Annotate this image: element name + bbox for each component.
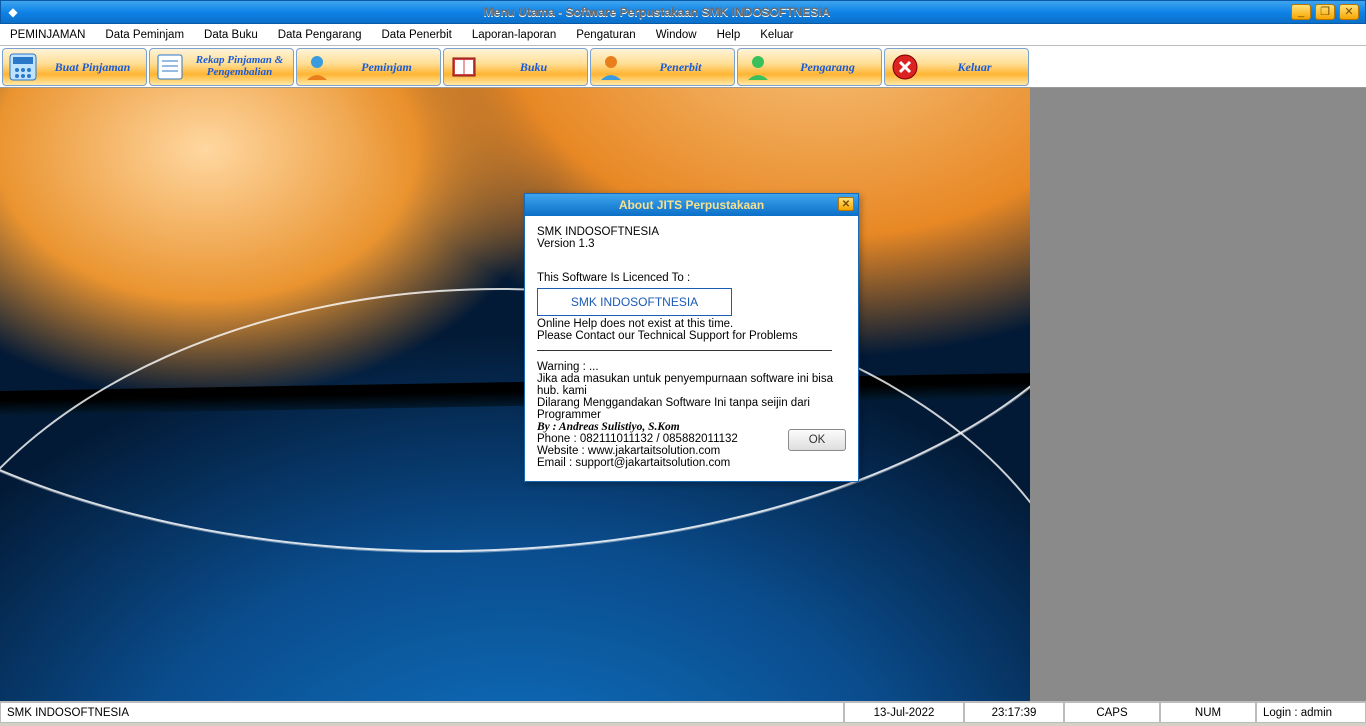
about-email: Email : support@jakartaitsolution.com: [537, 457, 846, 469]
license-label: This Software Is Licenced To :: [537, 272, 846, 284]
calculator-icon: [7, 51, 39, 83]
toolbar-pengarang[interactable]: Pengarang: [737, 48, 882, 86]
toolbar-keluar[interactable]: Keluar: [884, 48, 1029, 86]
menu-window[interactable]: Window: [650, 27, 703, 43]
menubar: PEMINJAMAN Data Peminjam Data Buku Data …: [0, 24, 1366, 46]
menu-data-buku[interactable]: Data Buku: [198, 27, 264, 43]
status-caps: CAPS: [1064, 702, 1160, 723]
toolbar-penerbit[interactable]: Penerbit: [590, 48, 735, 86]
toolbar-label: Penerbit: [631, 61, 730, 74]
menu-peminjaman[interactable]: PEMINJAMAN: [4, 27, 91, 43]
toolbar: Buat Pinjaman Rekap Pinjaman & Pengembal…: [0, 46, 1366, 88]
background-image: [0, 88, 1030, 701]
dialog-title-text: About JITS Perpustakaan: [619, 198, 764, 212]
window-titlebar: ◆ Menu Utama - Software Perpustakaan SMK…: [0, 0, 1366, 24]
app-icon: ◆: [3, 2, 23, 22]
status-time: 23:17:39: [964, 702, 1064, 723]
dialog-titlebar[interactable]: About JITS Perpustakaan ✕: [525, 194, 858, 216]
about-version: Version 1.3: [537, 238, 846, 250]
dialog-close-button[interactable]: ✕: [838, 197, 854, 211]
publisher-icon: [595, 51, 627, 83]
license-to: SMK INDOSOFTNESIA: [571, 295, 698, 309]
status-org: SMK INDOSOFTNESIA: [0, 702, 844, 723]
toolbar-label: Buku: [484, 61, 583, 74]
toolbar-label: Buat Pinjaman: [43, 61, 142, 74]
maximize-button[interactable]: ❐: [1315, 4, 1335, 20]
toolbar-label: Peminjam: [337, 61, 436, 74]
menu-help[interactable]: Help: [711, 27, 747, 43]
workspace-gray-area: [1030, 88, 1366, 701]
toolbar-label: Keluar: [925, 61, 1024, 74]
about-note1: Jika ada masukan untuk penyempurnaan sof…: [537, 373, 846, 397]
menu-laporan[interactable]: Laporan-laporan: [466, 27, 562, 43]
statusbar: SMK INDOSOFTNESIA 13-Jul-2022 23:17:39 C…: [0, 701, 1366, 723]
toolbar-label: Rekap Pinjaman & Pengembalian: [190, 55, 289, 78]
about-help-line1: Online Help does not exist at this time.: [537, 318, 846, 330]
close-button[interactable]: ✕: [1339, 4, 1359, 20]
menu-data-penerbit[interactable]: Data Penerbit: [376, 27, 458, 43]
person-icon: [301, 51, 333, 83]
about-note2: Dilarang Menggandakan Software Ini tanpa…: [537, 397, 846, 421]
menu-data-peminjam[interactable]: Data Peminjam: [99, 27, 190, 43]
toolbar-rekap[interactable]: Rekap Pinjaman & Pengembalian: [149, 48, 294, 86]
author-icon: [742, 51, 774, 83]
book-icon: [448, 51, 480, 83]
toolbar-label: Pengarang: [778, 61, 877, 74]
mdi-workspace: About JITS Perpustakaan ✕ SMK INDOSOFTNE…: [0, 88, 1366, 701]
dialog-divider: [537, 350, 832, 351]
menu-pengaturan[interactable]: Pengaturan: [570, 27, 641, 43]
toolbar-buku[interactable]: Buku: [443, 48, 588, 86]
about-org: SMK INDOSOFTNESIA: [537, 226, 846, 238]
minimize-button[interactable]: _: [1291, 4, 1311, 20]
ledger-icon: [154, 51, 186, 83]
menu-data-pengarang[interactable]: Data Pengarang: [272, 27, 368, 43]
about-help-line2: Please Contact our Technical Support for…: [537, 330, 846, 342]
dialog-body: SMK INDOSOFTNESIA Version 1.3 This Softw…: [525, 216, 858, 481]
status-login: Login : admin: [1256, 702, 1366, 723]
status-date: 13-Jul-2022: [844, 702, 964, 723]
toolbar-peminjam[interactable]: Peminjam: [296, 48, 441, 86]
about-dialog: About JITS Perpustakaan ✕ SMK INDOSOFTNE…: [524, 193, 859, 482]
license-box: SMK INDOSOFTNESIA: [537, 288, 732, 316]
close-icon: [889, 51, 921, 83]
status-num: NUM: [1160, 702, 1256, 723]
ok-button[interactable]: OK: [788, 429, 846, 451]
toolbar-buat-pinjaman[interactable]: Buat Pinjaman: [2, 48, 147, 86]
window-title: Menu Utama - Software Perpustakaan SMK I…: [23, 5, 1291, 19]
menu-keluar[interactable]: Keluar: [754, 27, 799, 43]
about-warning: Warning : ...: [537, 361, 846, 373]
